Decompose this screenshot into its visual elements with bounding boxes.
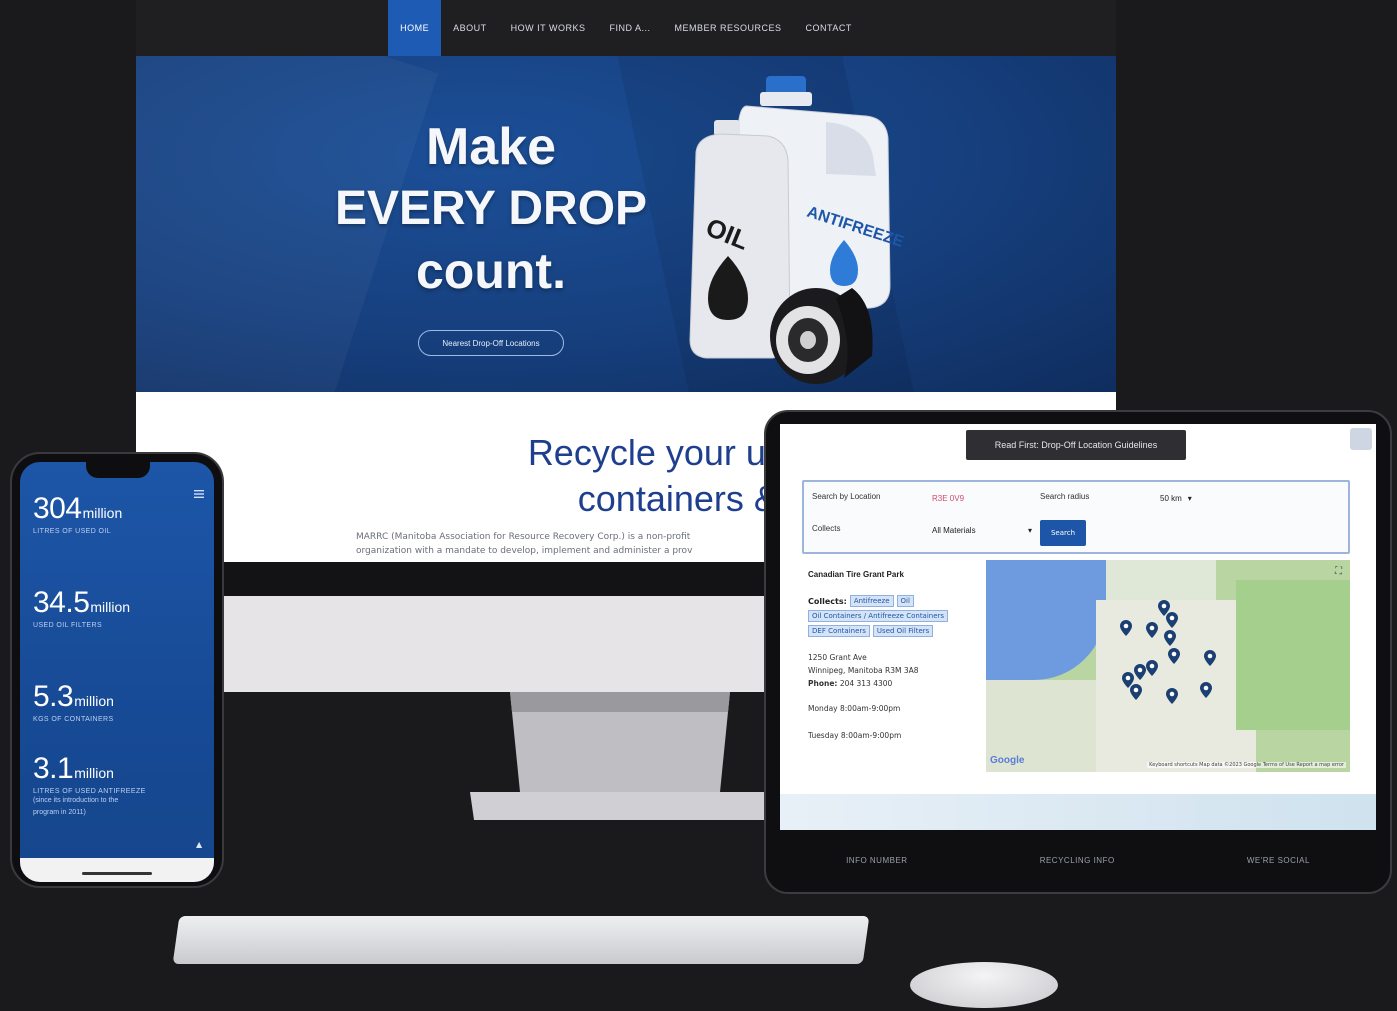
collects-label: Collects [812,524,841,533]
stat-oil-filters: 34.5million USED OIL FILTERS [33,586,130,629]
stat-number: 3.1 [33,752,74,785]
address-line2: Winnipeg, Manitoba R3M 3A8 [808,666,919,675]
search-radius-select[interactable]: 50 km ▾ [1160,494,1192,503]
nav-about[interactable]: ABOUT [441,0,499,56]
address-line1: 1250 Grant Ave [808,653,867,662]
caret-down-icon: ▾ [1187,494,1192,503]
menu-icon[interactable] [1350,428,1372,450]
stat-unit: million [74,693,114,709]
stat-note-line1: (since its introduction to the [33,797,119,804]
tablet-footer: INFO NUMBER RECYCLING INFO WE'RE SOCIAL [780,830,1376,890]
guidelines-button[interactable]: Read First: Drop-Off Location Guidelines [966,430,1186,460]
phone-screen: 304million LITRES OF USED OIL 34.5millio… [20,462,214,882]
hero-title-line3: count. [416,243,566,299]
oil-antifreeze-products-image: ANTIFREEZE OIL [689,76,906,384]
google-logo: Google [990,755,1025,766]
map-pin-icon[interactable] [1200,682,1212,698]
footer-image-strip [780,794,1376,830]
hours-monday: Monday 8:00am-9:00pm [808,704,901,713]
location-collects: Collects: Antifreeze Oil Oil Containers … [808,595,978,637]
collect-tag: Oil Containers / Antifreeze Containers [808,610,949,622]
location-collects-label: Collects: [808,596,847,606]
stat-unit: million [90,599,131,615]
collect-tag: Antifreeze [849,595,894,607]
stat-used-oil: 304million LITRES OF USED OIL [33,492,122,535]
nav-home[interactable]: HOME [388,0,442,56]
map-pin-icon[interactable] [1166,612,1178,628]
stat-number: 304 [33,492,82,525]
stat-number: 34.5 [33,586,90,619]
stat-unit: million [74,765,114,781]
stat-containers: 5.3million KGS OF CONTAINERS [33,680,114,723]
map-pin-icon[interactable] [1164,630,1176,646]
drop-off-map[interactable]: ⛶ Google Keyboard shortcuts Map data ©20… [986,560,1350,772]
stat-number: 5.3 [33,680,74,713]
hero-title-line1: Make [425,118,557,176]
nav-find[interactable]: FIND A... [597,0,662,56]
caret-down-icon: ▾ [1027,526,1032,535]
collects-select[interactable]: All Materials ▾ [932,526,1032,535]
nav-contact[interactable]: CONTACT [794,0,864,56]
map-pin-icon[interactable] [1146,660,1158,676]
hero-title: Make EVERY DROP count. [286,116,696,302]
hero-banner: Make EVERY DROP count. Nearest Drop-Off … [136,56,1116,392]
hours-tuesday: Tuesday 8:00am-9:00pm [808,731,902,740]
nav-member-resources[interactable]: MEMBER RESOURCES [663,0,794,56]
arrow-up-icon[interactable]: ▲ [196,840,206,850]
location-search-form: Search by Location R3E 0V9 Search radius… [802,480,1350,554]
map-pin-icon[interactable] [1146,622,1158,638]
phone-notch [86,462,150,478]
map-pin-icon[interactable] [1204,650,1216,666]
monitor-stand [470,692,770,820]
phone-label: Phone: [808,679,838,688]
collect-tag: DEF Containers [808,625,870,637]
tablet-screen: Read First: Drop-Off Location Guidelines… [780,424,1376,830]
nav-how-it-works[interactable]: HOW IT WORKS [499,0,598,56]
map-pin-icon[interactable] [1168,648,1180,664]
map-pin-icon[interactable] [1130,684,1142,700]
nearest-drop-off-button[interactable]: Nearest Drop-Off Locations [418,330,564,356]
hero-title-line2: EVERY DROP [334,182,648,235]
home-indicator [82,872,152,875]
map-pin-icon[interactable] [1166,688,1178,704]
fullscreen-icon[interactable]: ⛶ [1335,566,1342,577]
collect-tag: Used Oil Filters [872,625,934,637]
search-radius-label: Search radius [1040,492,1090,501]
stat-label: KGS OF CONTAINERS [33,716,114,723]
search-location-label: Search by Location [812,492,881,501]
stat-label: LITRES OF USED OIL [33,528,111,535]
mouse [910,962,1058,1008]
phone-bottom-bar [20,858,214,882]
stat-label: USED OIL FILTERS [33,622,103,629]
footer-social[interactable]: WE'RE SOCIAL [1247,856,1310,865]
footer-recycling-info[interactable]: RECYCLING INFO [1040,856,1115,865]
hamburger-icon[interactable] [194,490,204,498]
stat-antifreeze: 3.1million LITRES OF USED ANTIFREEZE (si… [33,752,146,819]
keyboard [172,916,870,964]
location-name: Canadian Tire Grant Park [808,570,904,579]
search-button[interactable]: Search [1040,520,1086,546]
collects-value: All Materials [932,526,976,535]
location-details: Canadian Tire Grant Park Collects: Antif… [808,570,1008,740]
search-location-input[interactable]: R3E 0V9 [932,494,964,503]
stat-note-line2: program in 2011) [33,809,86,816]
stat-unit: million [82,505,123,521]
stat-label: LITRES OF USED ANTIFREEZE [33,788,146,795]
map-attribution[interactable]: Keyboard shortcuts Map data ©2023 Google… [1147,762,1346,768]
map-pin-icon[interactable] [1120,620,1132,636]
map-pin-icon[interactable] [1134,664,1146,680]
phone-number[interactable]: 204 313 4300 [840,679,893,688]
main-navigation: HOME ABOUT HOW IT WORKS FIND A... MEMBER… [136,0,1116,56]
search-radius-value: 50 km [1160,494,1182,503]
footer-info-number[interactable]: INFO NUMBER [846,856,908,865]
collect-tag: Oil [896,595,914,607]
